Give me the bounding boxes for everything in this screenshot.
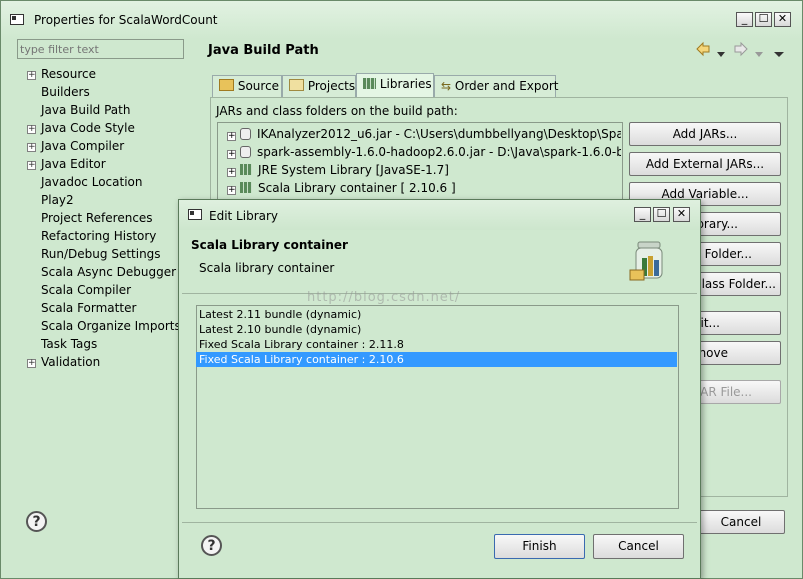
nav-item[interactable]: Java Editor [41, 157, 106, 171]
back-arrow-icon[interactable] [695, 41, 711, 57]
nav-tree: + Resource Builders Java Build Path + Java Co… [1, 61, 191, 481]
nav-item[interactable]: Javadoc Location [41, 175, 142, 189]
expand-icon[interactable]: + [27, 161, 36, 170]
window-app-icon [10, 14, 24, 25]
dialog-separator [182, 522, 697, 523]
nav-item[interactable]: Resource [41, 67, 96, 81]
dialog-app-icon [188, 209, 202, 220]
tab-label: Source [237, 79, 280, 93]
jars-label: JARs and class folders on the build path… [216, 104, 458, 118]
jar-icon [240, 128, 251, 140]
library-option[interactable]: Fixed Scala Library container : 2.10.6 [196, 352, 677, 367]
filter-input[interactable] [17, 39, 184, 59]
nav-item[interactable]: Java Code Style [41, 121, 135, 135]
nav-item[interactable]: Java Build Path [41, 103, 130, 117]
maximize-button[interactable]: ☐ [755, 12, 772, 27]
nav-item[interactable]: Project References [41, 211, 153, 225]
order-export-icon: ⇆ [441, 79, 452, 93]
expand-icon[interactable]: + [227, 168, 236, 177]
jar-tree-row[interactable]: + JRE System Library [JavaSE-1.7] [227, 161, 621, 179]
view-menu-icon[interactable] [774, 47, 784, 57]
tab-label: Libraries [379, 77, 432, 91]
finish-button[interactable]: Finish [494, 534, 585, 559]
forward-dropdown-icon[interactable] [755, 47, 763, 57]
nav-item[interactable]: Validation [41, 355, 100, 369]
expand-icon[interactable]: + [27, 125, 36, 134]
expand-icon[interactable]: + [227, 150, 236, 159]
minimize-button[interactable]: _ [736, 12, 753, 27]
jar-tree-row[interactable]: + Scala Library container [ 2.10.6 ] [227, 179, 621, 197]
jar-label: spark-assembly-1.6.0-hadoop2.6.0.jar - D… [257, 145, 621, 159]
library-option[interactable]: Latest 2.11 bundle (dynamic) [196, 307, 677, 322]
tab-projects[interactable]: Projects [282, 75, 356, 97]
close-button[interactable]: ✕ [774, 12, 791, 27]
help-icon[interactable]: ? [26, 511, 47, 532]
cancel-button[interactable]: Cancel [697, 510, 785, 534]
projects-folder-icon [289, 79, 304, 91]
page-title: Java Build Path [208, 43, 319, 58]
jar-icon [240, 146, 251, 158]
library-option[interactable]: Latest 2.10 bundle (dynamic) [196, 322, 677, 337]
jar-label: IKAnalyzer2012_u6.jar - C:\Users\dumbbel… [257, 127, 621, 141]
dialog-close-button[interactable]: ✕ [673, 207, 690, 222]
filter-text-field[interactable] [18, 40, 182, 58]
tab-label: Order and Export [454, 79, 559, 93]
back-dropdown-icon[interactable] [717, 47, 725, 57]
jar-label: Scala Library container [ 2.10.6 ] [258, 181, 456, 195]
nav-item[interactable]: Scala Organize Imports [41, 319, 181, 333]
expand-icon[interactable]: + [227, 186, 236, 195]
expand-icon[interactable]: + [27, 71, 36, 80]
jar-label: JRE System Library [JavaSE-1.7] [258, 163, 449, 177]
add-external-jars-button[interactable]: Add External JARs... [629, 152, 781, 176]
tab-order-and-export[interactable]: ⇆ Order and Export [434, 75, 559, 97]
libraries-icon [363, 78, 376, 89]
dialog-minimize-button[interactable]: _ [634, 207, 651, 222]
nav-item[interactable]: Builders [41, 85, 90, 99]
forward-arrow-icon[interactable] [733, 41, 749, 57]
dialog-cancel-button[interactable]: Cancel [593, 534, 684, 559]
title-bar: Properties for ScalaWordCount _ ☐ ✕ [1, 1, 802, 39]
expand-icon[interactable]: + [27, 143, 36, 152]
edit-library-dialog: Edit Library _ ☐ ✕ Scala Library contain… [178, 199, 701, 579]
library-icon [240, 164, 252, 175]
library-icon [240, 182, 252, 193]
nav-item[interactable]: Java Compiler [41, 139, 124, 153]
expand-icon[interactable]: + [27, 359, 36, 368]
library-option[interactable]: Fixed Scala Library container : 2.11.8 [196, 337, 677, 352]
dialog-maximize-button[interactable]: ☐ [653, 207, 670, 222]
nav-item[interactable]: Scala Compiler [41, 283, 131, 297]
dialog-subheading: Scala library container [199, 261, 335, 275]
watermark-text: http://blog.csdn.net/ [307, 290, 461, 305]
tab-source[interactable]: Source [212, 75, 282, 97]
nav-item[interactable]: Refactoring History [41, 229, 156, 243]
window-title: Properties for ScalaWordCount [34, 13, 218, 27]
jar-tree-row[interactable]: + IKAnalyzer2012_u6.jar - C:\Users\dumbbe… [227, 125, 621, 143]
nav-item[interactable]: Play2 [41, 193, 74, 207]
dialog-title-bar: Edit Library _ ☐ ✕ [179, 200, 700, 230]
jar-tree-row[interactable]: + spark-assembly-1.6.0-hadoop2.6.0.jar - … [227, 143, 621, 161]
library-jar-icon [628, 240, 672, 284]
tab-label: Projects [307, 79, 356, 93]
dialog-help-icon[interactable]: ? [201, 535, 222, 556]
expand-icon[interactable]: + [227, 132, 236, 141]
source-folder-icon [219, 79, 234, 91]
add-jars-button[interactable]: Add JARs... [629, 122, 781, 146]
nav-item[interactable]: Run/Debug Settings [41, 247, 161, 261]
dialog-heading: Scala Library container [191, 238, 348, 252]
nav-item[interactable]: Scala Formatter [41, 301, 136, 315]
tab-libraries[interactable]: Libraries [356, 73, 434, 98]
nav-item[interactable]: Task Tags [41, 337, 97, 351]
dialog-title: Edit Library [209, 209, 279, 223]
nav-item[interactable]: Scala Async Debugger [41, 265, 176, 279]
dialog-header: Scala Library container Scala library co… [182, 230, 697, 294]
